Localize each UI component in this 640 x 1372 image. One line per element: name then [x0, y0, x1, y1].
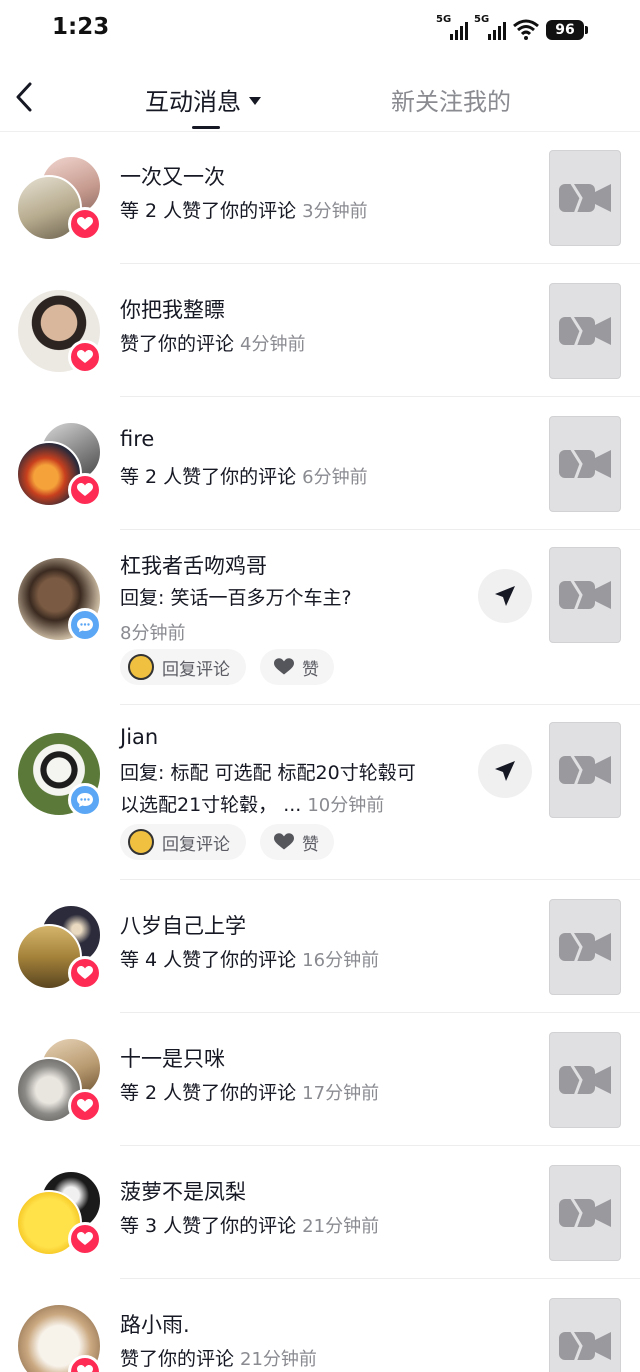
mini-avatar	[128, 829, 154, 855]
heart-badge-icon	[68, 473, 102, 507]
list-item[interactable]: fire 等 2 人赞了你的评论 6分钟前	[0, 397, 640, 530]
user-name[interactable]: 你把我整瞟	[120, 294, 225, 324]
list-item[interactable]: 一次又一次 等 2 人赞了你的评论 3分钟前	[0, 131, 640, 264]
list-item[interactable]: 十一是只咪 等 2 人赞了你的评论 17分钟前	[0, 1013, 640, 1146]
notification-text: 等 2 人赞了你的评论 3分钟前	[120, 200, 368, 222]
tab-new-followers[interactable]: 新关注我的	[391, 82, 511, 117]
list-item[interactable]: 你把我整瞟 赞了你的评论 4分钟前	[0, 264, 640, 397]
notification-list: 一次又一次 等 2 人赞了你的评论3分钟前 你把我整瞟 赞了你的评论4分钟前	[0, 131, 640, 1372]
user-name[interactable]: 路小雨.	[120, 1309, 190, 1339]
video-thumbnail[interactable]	[549, 1165, 621, 1261]
caret-down-icon	[249, 96, 261, 105]
avatar-group[interactable]	[16, 421, 102, 507]
video-placeholder-icon	[559, 578, 611, 612]
signal-icon: 5G	[436, 14, 468, 40]
send-reply-button[interactable]	[478, 569, 532, 623]
reply-comment-button[interactable]: 回复评论	[120, 824, 246, 860]
list-item[interactable]: 杠我者舌吻鸡哥 回复: 笑话一百多万个车主? 8分钟前 回复评论 赞	[0, 530, 640, 705]
reply-text-line-1: 回复: 标配 可选配 标配20寸轮毂可	[120, 762, 416, 784]
video-thumbnail[interactable]	[549, 722, 621, 818]
heart-badge-icon	[68, 956, 102, 990]
video-placeholder-icon	[559, 447, 611, 481]
back-arrow-icon[interactable]	[10, 78, 38, 116]
notification-text: 等 2 人赞了你的评论 6分钟前	[120, 466, 368, 488]
heart-badge-icon	[68, 207, 102, 241]
list-item[interactable]: 路小雨. 赞了你的评论 21分钟前	[0, 1279, 640, 1372]
avatar-group[interactable]	[16, 288, 102, 374]
video-thumbnail[interactable]	[549, 150, 621, 246]
notification-text: 等 2 人赞了你的评论 17分钟前	[120, 1082, 380, 1104]
user-name[interactable]: fire	[120, 427, 154, 451]
nav-bar: 互动消息 新关注我的	[0, 60, 640, 132]
tab-active-indicator	[192, 126, 220, 129]
wifi-icon	[512, 18, 540, 40]
list-item[interactable]: Jian 回复: 标配 可选配 标配20寸轮毂可 以选配21寸轮毂， ... 10…	[0, 705, 640, 880]
heart-badge-icon	[68, 1222, 102, 1256]
status-time: 1:23	[52, 14, 110, 40]
video-placeholder-icon	[559, 930, 611, 964]
avatar-group[interactable]	[16, 731, 102, 817]
reply-comment-label: 回复评论	[162, 834, 230, 855]
mini-avatar	[128, 654, 154, 680]
avatar-group[interactable]	[16, 556, 102, 642]
status-icons: 5G 5G 96	[436, 14, 588, 40]
paper-plane-icon	[495, 586, 515, 606]
user-name[interactable]: 杠我者舌吻鸡哥	[120, 550, 267, 580]
heart-icon	[274, 833, 294, 850]
video-placeholder-icon	[559, 753, 611, 787]
avatar-group[interactable]	[16, 904, 102, 990]
video-placeholder-icon	[559, 1329, 611, 1363]
user-name[interactable]: 一次又一次	[120, 161, 225, 191]
video-placeholder-icon	[559, 181, 611, 215]
user-name[interactable]: 菠萝不是凤梨	[120, 1176, 246, 1206]
tab-interactions-label: 互动消息	[145, 88, 241, 116]
like-button[interactable]: 赞	[260, 649, 334, 685]
video-thumbnail[interactable]	[549, 899, 621, 995]
user-name[interactable]: 十一是只咪	[120, 1043, 225, 1073]
network-label: 5G	[474, 14, 490, 25]
notification-text: 赞了你的评论 21分钟前	[120, 1348, 317, 1370]
heart-badge-icon	[68, 1089, 102, 1123]
send-reply-button[interactable]	[478, 744, 532, 798]
tab-interactions[interactable]: 互动消息	[145, 82, 261, 117]
avatar-group[interactable]	[16, 1037, 102, 1123]
like-button[interactable]: 赞	[260, 824, 334, 860]
heart-icon	[274, 658, 294, 675]
comment-badge-icon	[68, 608, 102, 642]
reply-text: 回复: 笑话一百多万个车主?	[120, 587, 352, 609]
battery-icon: 96	[546, 20, 588, 40]
reply-comment-button[interactable]: 回复评论	[120, 649, 246, 685]
video-thumbnail[interactable]	[549, 283, 621, 379]
notification-text: 赞了你的评论 4分钟前	[120, 333, 306, 355]
avatar-group[interactable]	[16, 155, 102, 241]
video-placeholder-icon	[559, 1063, 611, 1097]
status-bar: 1:23 5G 5G 96	[0, 0, 640, 60]
reply-text-line-2: 以选配21寸轮毂， ... 10分钟前	[120, 794, 385, 816]
signal-icon: 5G	[474, 14, 506, 40]
avatar-group[interactable]	[16, 1303, 102, 1372]
list-item[interactable]: 菠萝不是凤梨 等 3 人赞了你的评论 21分钟前	[0, 1146, 640, 1279]
video-thumbnail[interactable]	[549, 1298, 621, 1372]
paper-plane-icon	[495, 761, 515, 781]
user-name[interactable]: 八岁自己上学	[120, 910, 246, 940]
like-label: 赞	[302, 834, 319, 855]
like-label: 赞	[302, 659, 319, 680]
video-thumbnail[interactable]	[549, 1032, 621, 1128]
user-name[interactable]: Jian	[120, 725, 158, 749]
video-thumbnail[interactable]	[549, 547, 621, 643]
network-label: 5G	[436, 14, 452, 25]
notification-text: 等 4 人赞了你的评论 16分钟前	[120, 949, 380, 971]
video-thumbnail[interactable]	[549, 416, 621, 512]
avatar-group[interactable]	[16, 1170, 102, 1256]
reply-comment-label: 回复评论	[162, 659, 230, 680]
notification-text: 等 3 人赞了你的评论 21分钟前	[120, 1215, 380, 1237]
timestamp: 8分钟前	[120, 623, 186, 644]
heart-badge-icon	[68, 340, 102, 374]
list-item[interactable]: 八岁自己上学 等 4 人赞了你的评论 16分钟前	[0, 880, 640, 1013]
video-placeholder-icon	[559, 314, 611, 348]
video-placeholder-icon	[559, 1196, 611, 1230]
comment-badge-icon	[68, 783, 102, 817]
